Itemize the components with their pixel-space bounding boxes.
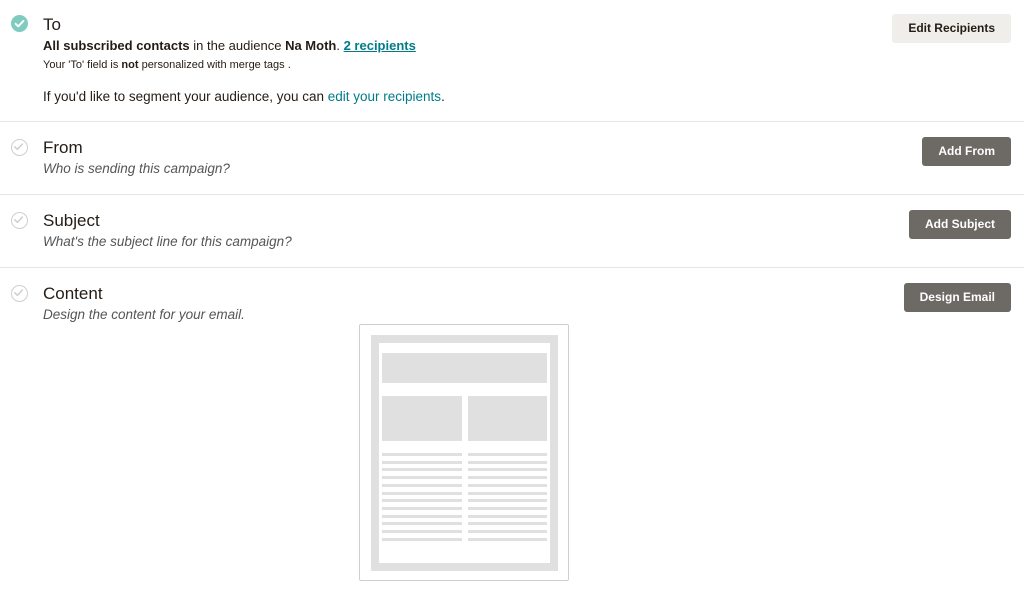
template-text-line	[468, 476, 547, 480]
template-text-line	[382, 506, 462, 510]
email-template-thumbnail[interactable]	[359, 324, 569, 581]
to-audience-line: All subscribed contacts in the audience …	[43, 38, 416, 53]
template-text-line	[468, 491, 547, 495]
template-text-line	[468, 499, 547, 503]
check-pending-icon	[11, 139, 28, 156]
template-text-line	[468, 537, 547, 541]
template-text-line	[468, 506, 547, 510]
check-pending-icon	[11, 285, 28, 302]
edit-recipients-button[interactable]: Edit Recipients	[892, 14, 1011, 43]
template-text-line	[382, 522, 462, 526]
template-text-line	[382, 491, 462, 495]
from-section: From Who is sending this campaign? Add F…	[0, 122, 1024, 195]
to-section: To All subscribed contacts in the audien…	[0, 0, 1024, 122]
content-title: Content	[43, 284, 103, 303]
to-segment-note: If you'd like to segment your audience, …	[43, 89, 445, 104]
check-complete-icon	[11, 15, 28, 32]
from-title: From	[43, 138, 83, 157]
template-image-block-left	[382, 396, 462, 441]
audience-scope: All subscribed contacts	[43, 38, 190, 53]
template-text-line	[382, 468, 462, 472]
to-title: To	[43, 15, 61, 34]
template-text-line	[468, 483, 547, 487]
check-pending-icon	[11, 212, 28, 229]
template-text-line	[382, 530, 462, 533]
subject-section: Subject What's the subject line for this…	[0, 195, 1024, 268]
content-section: Content Design the content for your emai…	[0, 268, 1024, 595]
template-text-line	[468, 514, 547, 518]
email-template-page	[379, 343, 550, 563]
template-text-line	[468, 460, 547, 464]
template-text-line	[382, 499, 462, 503]
from-subtitle: Who is sending this campaign?	[43, 161, 230, 176]
template-text-line	[468, 522, 547, 526]
template-text-line	[382, 483, 462, 487]
email-template-frame	[371, 335, 558, 571]
template-text-line	[382, 514, 462, 518]
add-subject-button[interactable]: Add Subject	[908, 210, 1011, 239]
subject-title: Subject	[43, 211, 100, 230]
subject-subtitle: What's the subject line for this campaig…	[43, 234, 292, 249]
recipients-link[interactable]: 2 recipients	[344, 38, 416, 53]
template-text-line	[468, 530, 547, 533]
template-text-line	[382, 453, 462, 456]
template-text-line	[382, 476, 462, 480]
template-header-block	[382, 353, 547, 383]
to-personalize-note: Your 'To' field is not personalized with…	[43, 59, 291, 71]
audience-name: Na Moth	[285, 38, 337, 53]
design-email-button[interactable]: Design Email	[903, 283, 1011, 312]
content-subtitle: Design the content for your email.	[43, 307, 245, 322]
template-text-line	[382, 537, 462, 541]
add-from-button[interactable]: Add From	[922, 137, 1011, 166]
template-text-line	[468, 468, 547, 472]
template-image-block-right	[468, 396, 547, 441]
template-text-line	[468, 453, 547, 456]
edit-recipients-link[interactable]: edit your recipients	[328, 89, 441, 104]
template-text-line	[382, 460, 462, 464]
